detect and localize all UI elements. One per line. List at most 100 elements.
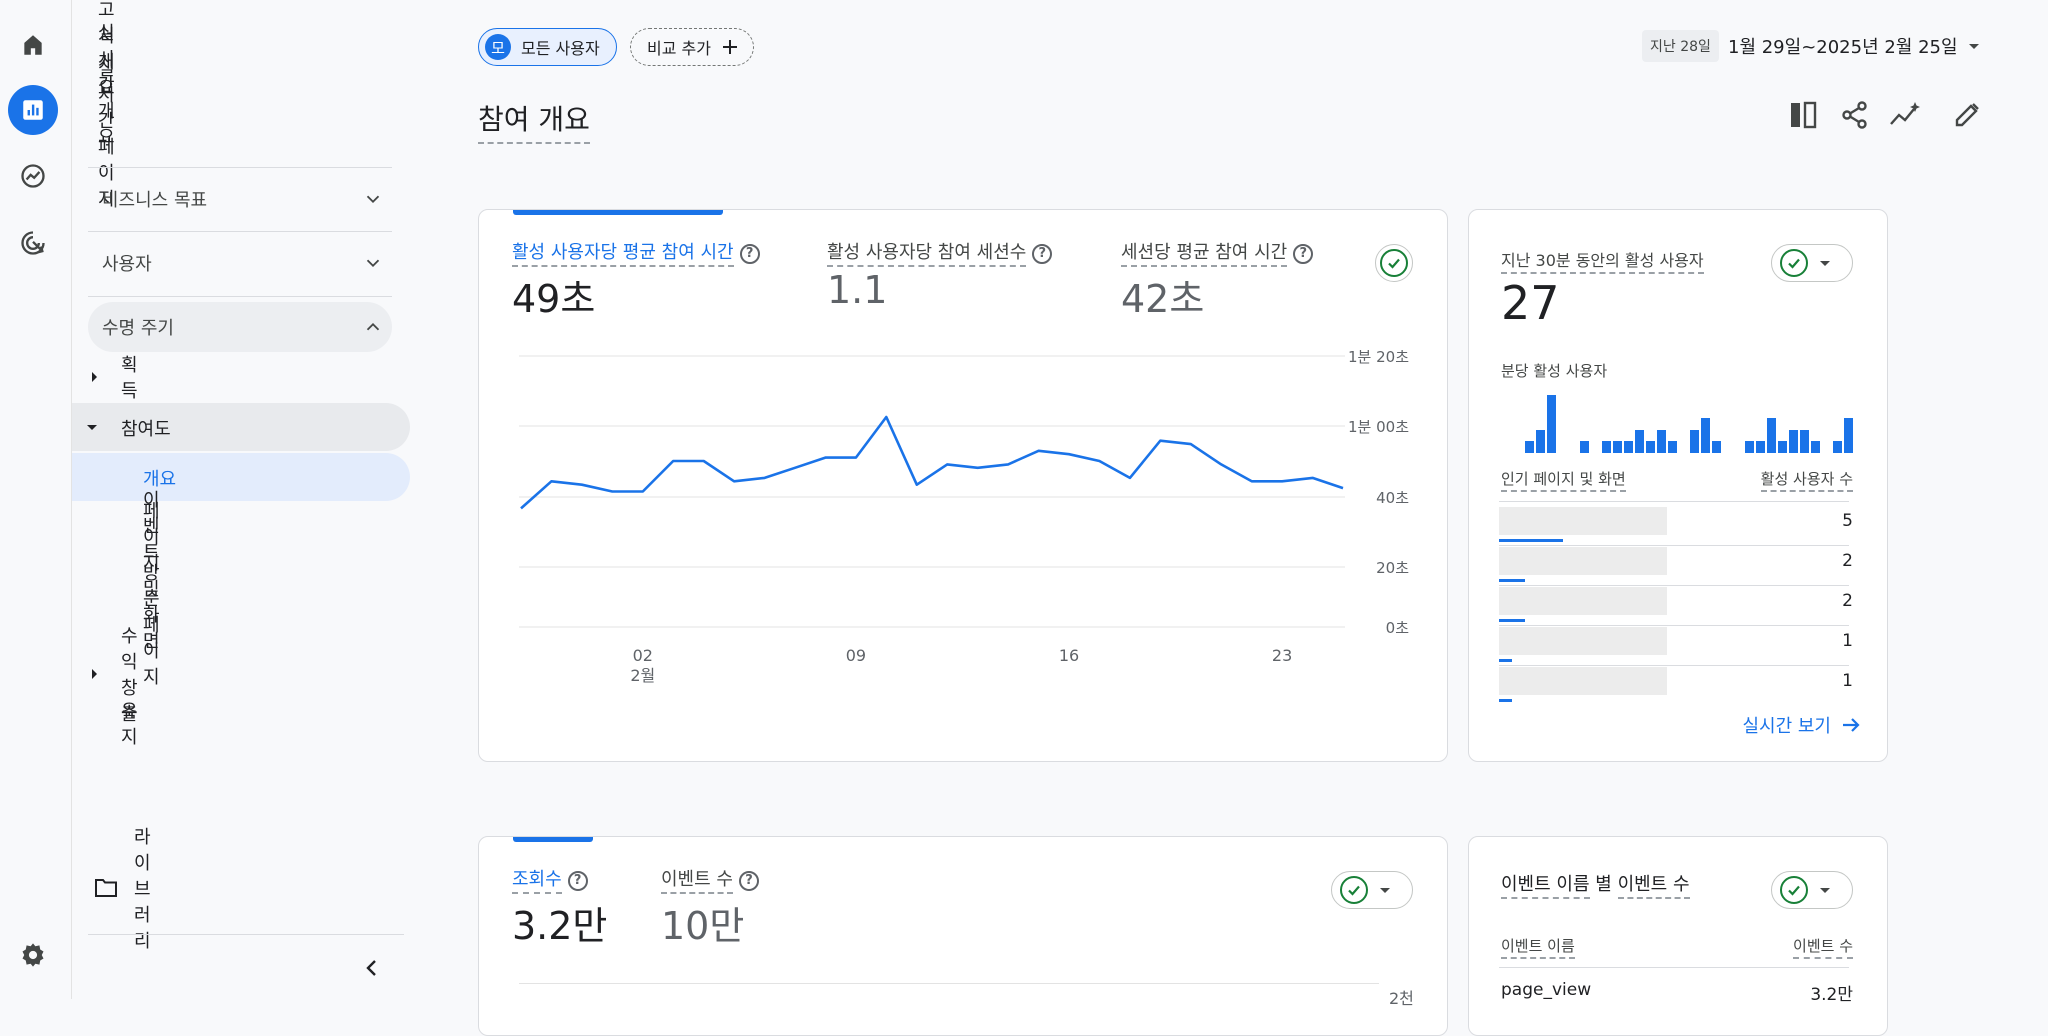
x-month-label: 2월 (630, 666, 655, 685)
per-minute-label: 분당 활성 사용자 (1501, 360, 1607, 381)
plus-icon (721, 38, 739, 56)
row-value: 1 (1842, 671, 1853, 691)
page-name-placeholder[interactable] (1499, 547, 1667, 575)
nav-section-user[interactable]: 사용자 (88, 238, 392, 288)
nav-section-business-objectives[interactable]: 비즈니스 목표 (88, 174, 392, 224)
page-name-placeholder[interactable] (1499, 667, 1667, 695)
check-circle-icon (1780, 249, 1808, 277)
y-tick-label: 20초 (1376, 559, 1409, 577)
metric-tab-views[interactable]: 조회수? (512, 865, 588, 891)
per-minute-bar (1756, 441, 1765, 453)
events-by-name-card: 이벤트 이름 별 이벤트 수 이벤트 이름 이벤트 수 page_view 3.… (1468, 836, 1888, 1036)
metric-label: 이벤트 수 (661, 869, 733, 894)
nav-engagement-overview[interactable]: 개요 (72, 453, 410, 501)
per-minute-bar (1635, 430, 1644, 453)
add-comparison-label: 비교 추가 (647, 35, 711, 59)
per-minute-bar (1789, 430, 1798, 453)
reports-icon[interactable] (8, 85, 58, 135)
y-tick-label: 0초 (1386, 619, 1410, 637)
y-tick-label: 40초 (1376, 489, 1409, 507)
view-realtime-link[interactable]: 실시간 보기 (1742, 712, 1861, 738)
divider (88, 296, 392, 297)
page-name-placeholder[interactable] (1499, 507, 1667, 535)
date-range-picker[interactable]: 1월 29일~2025년 2월 25일 (1728, 33, 1958, 59)
y-tick-label: 2천 (1389, 985, 1414, 1009)
row-value: 2 (1842, 591, 1853, 611)
title-metric: 이벤트 수 (1618, 874, 1690, 899)
per-minute-bar (1767, 418, 1776, 453)
status-check-dropdown[interactable] (1771, 871, 1853, 909)
series-line (521, 417, 1343, 508)
metric-tab-event-count[interactable]: 이벤트 수? (661, 865, 759, 891)
realtime-title-text: 지난 30분 동안의 활성 사용자 (1501, 251, 1704, 274)
divider (1499, 501, 1849, 502)
nav-section-lifecycle[interactable]: 수명 주기 (88, 302, 392, 352)
chevron-down-icon (362, 252, 384, 274)
table-header-pages: 인기 페이지 및 화면 (1501, 468, 1626, 489)
nav-section-label: 사용자 (102, 250, 152, 276)
engagement-card: 활성 사용자당 평균 참여 시간? 49초 활성 사용자당 참여 세션수? 1.… (478, 209, 1448, 762)
page-name-placeholder[interactable] (1499, 627, 1667, 655)
page-name-placeholder[interactable] (1499, 587, 1667, 615)
y-tick-label: 1분 00초 (1348, 418, 1409, 436)
insights-icon[interactable] (1888, 100, 1922, 130)
realtime-title: 지난 30분 동안의 활성 사용자 (1501, 247, 1704, 271)
x-tick-label: 16 (1059, 646, 1079, 665)
nav-item-label: 방문 페이지 (143, 559, 160, 689)
icon-rail (0, 0, 72, 999)
edit-icon[interactable] (1952, 100, 1982, 130)
nav-item-label: 유지 (121, 697, 138, 749)
engagement-line-chart: 1분 20초1분 00초40초20초0초020916232월 (479, 210, 1448, 762)
arrow-right-icon (1841, 715, 1861, 735)
help-icon[interactable]: ? (739, 871, 759, 891)
nav-engagement[interactable]: 참여도 (72, 403, 410, 451)
row-value: 5 (1842, 511, 1853, 531)
row-value-indicator (1499, 659, 1512, 662)
metric-value: 3.2만 (512, 895, 607, 950)
collapse-nav-button[interactable] (360, 956, 384, 980)
per-minute-bar (1580, 441, 1589, 453)
per-minute-bar (1800, 430, 1809, 453)
per-minute-bar (1602, 441, 1611, 453)
explore-icon[interactable] (8, 151, 58, 201)
per-minute-bar (1536, 430, 1545, 453)
row-value: 2 (1842, 551, 1853, 571)
divider (1499, 625, 1849, 626)
per-minute-bar (1844, 418, 1853, 453)
row-value: 1 (1842, 631, 1853, 651)
divider (1499, 665, 1849, 666)
segment-chip-all-users[interactable]: 모 모든 사용자 (478, 28, 617, 66)
check-circle-icon (1340, 876, 1368, 904)
add-comparison-button[interactable]: 비교 추가 (630, 28, 754, 66)
segment-avatar: 모 (485, 34, 511, 60)
title-dimension: 이벤트 이름 (1501, 874, 1590, 899)
share-icon[interactable] (1840, 100, 1870, 130)
divider (88, 934, 404, 935)
divider (1499, 967, 1849, 968)
home-icon[interactable] (8, 20, 58, 70)
status-check-dropdown[interactable] (1331, 871, 1413, 909)
dropdown-icon (1378, 883, 1392, 897)
status-check-dropdown[interactable] (1771, 244, 1853, 282)
metric-value: 10만 (661, 895, 744, 950)
help-icon[interactable]: ? (568, 871, 588, 891)
x-tick-label: 23 (1272, 646, 1292, 665)
divider (88, 167, 392, 168)
table-header-text: 이벤트 수 (1793, 937, 1853, 959)
row-value-indicator (1499, 699, 1512, 702)
realtime-value: 27 (1501, 276, 1560, 330)
chevron-left-icon (360, 956, 384, 980)
title-connector: 별 (1595, 874, 1612, 895)
per-minute-bar (1833, 441, 1842, 453)
compare-columns-icon[interactable] (1788, 100, 1818, 130)
chevron-up-icon (362, 316, 384, 338)
nav-item-label: 획득 (121, 351, 138, 403)
advertising-icon[interactable] (8, 218, 58, 268)
gridline (519, 983, 1379, 984)
settings-icon[interactable] (8, 930, 58, 980)
main-content: 모 모든 사용자 비교 추가 지난 28일 1월 29일~2025년 2월 25… (418, 0, 2048, 999)
dropdown-icon[interactable] (1966, 38, 1982, 54)
per-minute-bar (1712, 441, 1721, 453)
view-realtime-label: 실시간 보기 (1742, 712, 1831, 738)
realtime-card: 지난 30분 동안의 활성 사용자 27 분당 활성 사용자 인기 페이지 및 … (1468, 209, 1888, 762)
